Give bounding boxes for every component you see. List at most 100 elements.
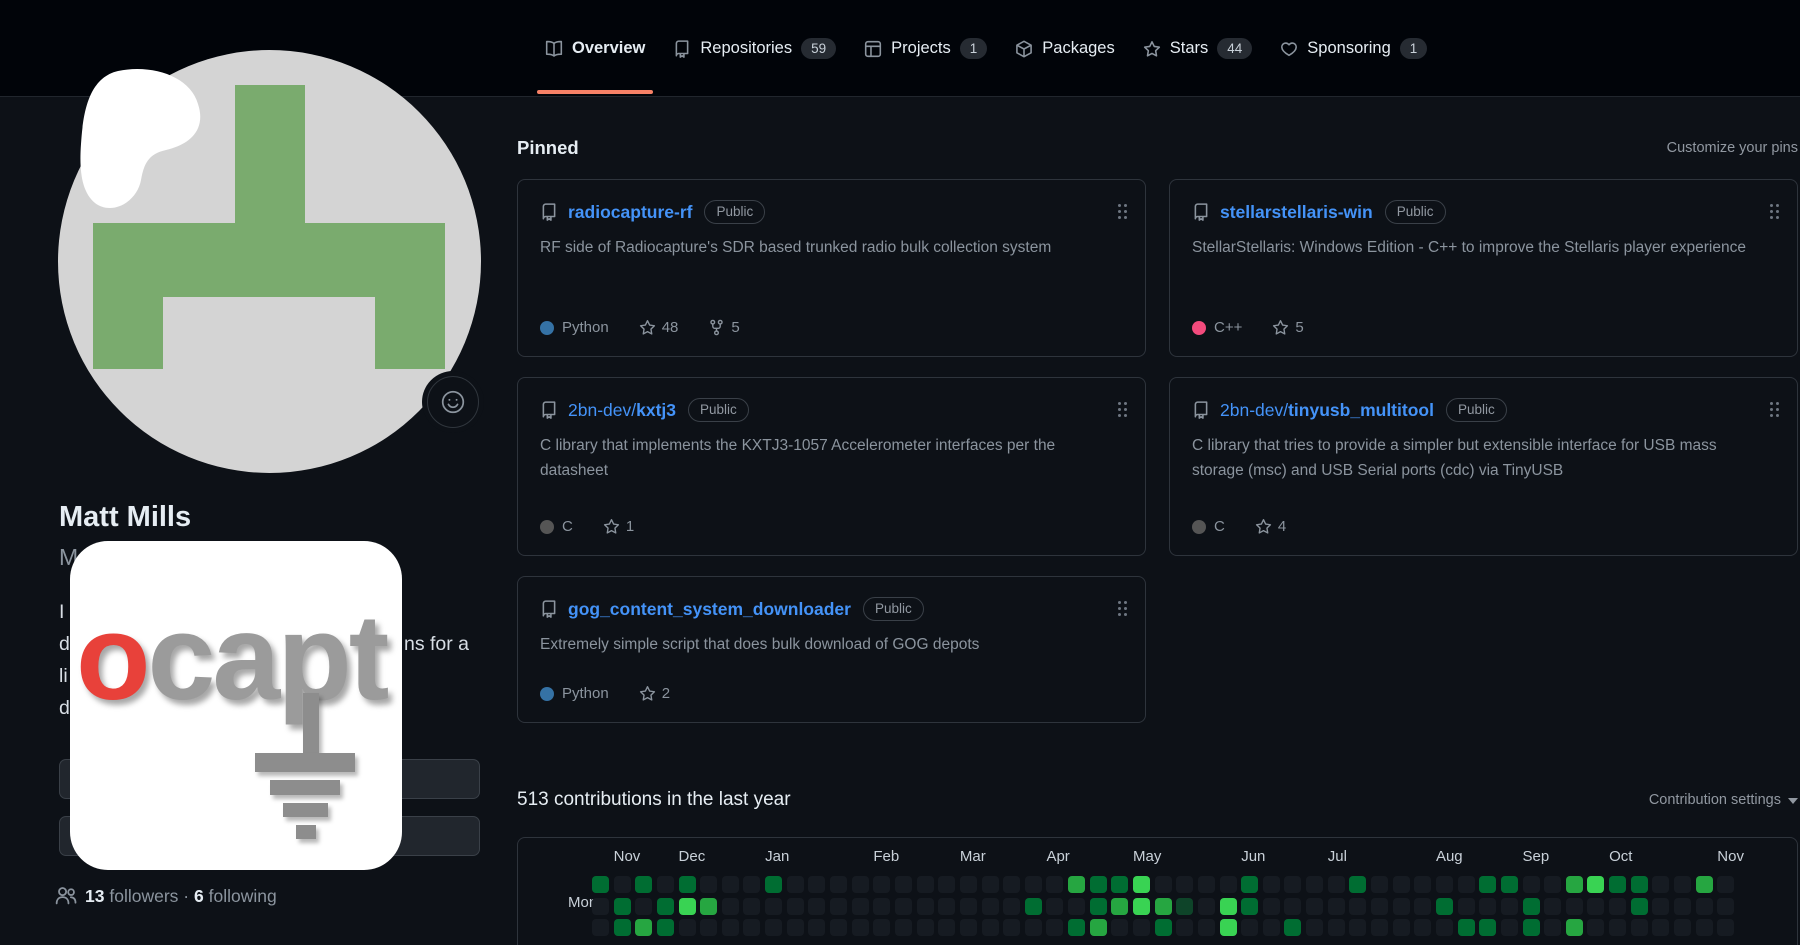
contribution-cell[interactable]: [743, 876, 760, 893]
contribution-cell[interactable]: [1587, 919, 1604, 936]
contribution-cell[interactable]: [1198, 919, 1215, 936]
fork-count[interactable]: 5: [708, 319, 739, 336]
contribution-cell[interactable]: [1674, 898, 1691, 915]
contribution-cell[interactable]: [960, 876, 977, 893]
tab-sponsoring[interactable]: Sponsoring 1: [1266, 0, 1441, 97]
contribution-cell[interactable]: [743, 919, 760, 936]
contribution-cell[interactable]: [1133, 919, 1150, 936]
drag-handle-icon[interactable]: [1118, 601, 1121, 604]
tab-repositories[interactable]: Repositories 59: [659, 0, 850, 97]
contribution-cell[interactable]: [873, 876, 890, 893]
contribution-cell[interactable]: [1652, 919, 1669, 936]
tab-projects[interactable]: Projects 1: [850, 0, 1001, 97]
contribution-cell[interactable]: [1717, 919, 1734, 936]
contribution-cell[interactable]: [1458, 898, 1475, 915]
contribution-cell[interactable]: [1393, 876, 1410, 893]
contribution-cell[interactable]: [1220, 876, 1237, 893]
contribution-cell[interactable]: [1696, 898, 1713, 915]
drag-handle-icon[interactable]: [1118, 402, 1121, 405]
repo-link[interactable]: 2bn-dev/kxtj3: [568, 400, 676, 421]
contribution-settings-dropdown[interactable]: Contribution settings: [1649, 792, 1798, 808]
contribution-cell[interactable]: [1523, 876, 1540, 893]
contribution-cell[interactable]: [938, 876, 955, 893]
contribution-cell[interactable]: [700, 876, 717, 893]
contribution-cell[interactable]: [679, 876, 696, 893]
contribution-cell[interactable]: [1090, 919, 1107, 936]
contribution-cell[interactable]: [1025, 919, 1042, 936]
contribution-cell[interactable]: [1241, 876, 1258, 893]
contribution-cell[interactable]: [1306, 919, 1323, 936]
contribution-cell[interactable]: [1631, 876, 1648, 893]
contribution-cell[interactable]: [787, 898, 804, 915]
contribution-cell[interactable]: [1414, 898, 1431, 915]
contribution-cell[interactable]: [1241, 898, 1258, 915]
contribution-cell[interactable]: [873, 919, 890, 936]
contribution-cell[interactable]: [1155, 919, 1172, 936]
followers-row[interactable]: 13 followers · 6 following: [55, 885, 277, 907]
contribution-cell[interactable]: [1284, 876, 1301, 893]
contribution-cell[interactable]: [1544, 876, 1561, 893]
contribution-cell[interactable]: [635, 898, 652, 915]
contribution-cell[interactable]: [808, 876, 825, 893]
contribution-cell[interactable]: [1674, 919, 1691, 936]
contribution-cell[interactable]: [1025, 876, 1042, 893]
contribution-cell[interactable]: [1544, 898, 1561, 915]
contribution-cell[interactable]: [1349, 919, 1366, 936]
contribution-cell[interactable]: [982, 898, 999, 915]
contribution-cell[interactable]: [635, 919, 652, 936]
contribution-cell[interactable]: [808, 919, 825, 936]
contribution-cell[interactable]: [1436, 876, 1453, 893]
contribution-cell[interactable]: [808, 898, 825, 915]
contribution-cell[interactable]: [614, 898, 631, 915]
contribution-cell[interactable]: [1631, 919, 1648, 936]
contribution-cell[interactable]: [1155, 898, 1172, 915]
contribution-cell[interactable]: [1501, 919, 1518, 936]
contribution-cell[interactable]: [1479, 876, 1496, 893]
repo-link[interactable]: stellarstellaris-win: [1220, 202, 1373, 223]
contribution-cell[interactable]: [1587, 876, 1604, 893]
tab-overview[interactable]: Overview: [531, 0, 659, 97]
contribution-cell[interactable]: [679, 898, 696, 915]
contribution-cell[interactable]: [765, 876, 782, 893]
contribution-cell[interactable]: [1263, 876, 1280, 893]
star-count[interactable]: 5: [1272, 319, 1303, 336]
contribution-cell[interactable]: [1284, 919, 1301, 936]
contribution-cell[interactable]: [1523, 898, 1540, 915]
contribution-cell[interactable]: [1371, 876, 1388, 893]
contribution-cell[interactable]: [895, 876, 912, 893]
contribution-cell[interactable]: [1198, 898, 1215, 915]
contribution-cell[interactable]: [765, 919, 782, 936]
contribution-cell[interactable]: [1068, 876, 1085, 893]
contribution-cell[interactable]: [917, 876, 934, 893]
contribution-cell[interactable]: [679, 919, 696, 936]
contribution-cell[interactable]: [722, 898, 739, 915]
contribution-cell[interactable]: [1068, 898, 1085, 915]
contribution-cell[interactable]: [852, 876, 869, 893]
contribution-cell[interactable]: [938, 919, 955, 936]
drag-handle-icon[interactable]: [1118, 204, 1121, 207]
contribution-cell[interactable]: [1176, 876, 1193, 893]
customize-pins-link[interactable]: Customize your pins: [1667, 140, 1798, 156]
contribution-cell[interactable]: [1458, 876, 1475, 893]
contribution-cell[interactable]: [1284, 898, 1301, 915]
contribution-cell[interactable]: [1003, 876, 1020, 893]
contribution-cell[interactable]: [895, 898, 912, 915]
contribution-cell[interactable]: [960, 898, 977, 915]
contribution-cell[interactable]: [787, 919, 804, 936]
star-count[interactable]: 4: [1255, 518, 1286, 535]
set-status-button[interactable]: [427, 376, 479, 428]
contribution-cell[interactable]: [1328, 898, 1345, 915]
contribution-cell[interactable]: [1371, 919, 1388, 936]
drag-handle-icon[interactable]: [1770, 204, 1773, 207]
contribution-cell[interactable]: [830, 898, 847, 915]
contribution-cell[interactable]: [592, 876, 609, 893]
contribution-cell[interactable]: [1393, 919, 1410, 936]
contribution-cell[interactable]: [743, 898, 760, 915]
star-count[interactable]: 2: [639, 685, 670, 702]
contribution-cell[interactable]: [657, 919, 674, 936]
contribution-cell[interactable]: [592, 919, 609, 936]
contribution-cell[interactable]: [1631, 898, 1648, 915]
contribution-cell[interactable]: [1306, 898, 1323, 915]
contribution-cell[interactable]: [1046, 876, 1063, 893]
contribution-cell[interactable]: [1198, 876, 1215, 893]
